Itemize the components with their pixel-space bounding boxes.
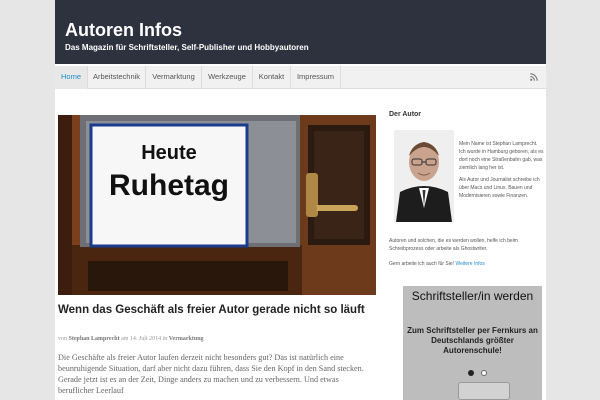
nav-item-werkzeuge[interactable]: Werkzeuge <box>202 66 253 89</box>
bio-paragraph: Als Autor und Journalist schreibe ich üb… <box>459 177 540 199</box>
author-bio-continued: Autoren und solchen, die es werden wolle… <box>389 237 539 275</box>
more-info-link[interactable]: Weitere Infos <box>455 261 484 267</box>
site-title[interactable]: Autoren Infos <box>65 20 182 41</box>
nav-item-impressum[interactable]: Impressum <box>291 66 341 89</box>
nav-item-home[interactable]: Home <box>55 66 88 89</box>
bio-paragraph: Gern arbeite ich auch für Sie! Weitere I… <box>389 260 539 268</box>
page-frame: Autoren Infos Das Magazin für Schriftste… <box>55 0 546 400</box>
post-author-link[interactable]: Stephan Lamprecht <box>69 336 120 342</box>
sign-text-heute: Heute <box>141 142 197 164</box>
door-sign-photo: Heute Ruhetag <box>58 115 376 295</box>
main-navigation: Home Arbeitstechnik Vermarktung Werkzeug… <box>55 66 546 89</box>
featured-image[interactable]: Heute Ruhetag <box>58 115 376 295</box>
rss-icon[interactable] <box>530 73 538 81</box>
post-meta: von Stephan Lamprecht am 14. Juli 2014 i… <box>58 336 204 342</box>
ad-title: Schriftsteller/in werden <box>411 289 534 303</box>
meta-in-label: in <box>162 336 168 342</box>
ad-banner[interactable]: Schriftsteller/in werden Zum Schriftstel… <box>403 286 542 400</box>
bio-invite-text: Gern arbeite ich auch für Sie! <box>389 261 455 267</box>
post-date: 14. Juli 2014 <box>129 336 162 342</box>
author-bio: Mein Name ist Stephan Lamprecht. Ich wur… <box>459 140 545 204</box>
carousel-dot-active[interactable] <box>468 370 474 376</box>
nav-item-arbeitstechnik[interactable]: Arbeitstechnik <box>88 66 146 89</box>
post-category-link[interactable]: Vermarktung <box>169 336 204 342</box>
nav-item-vermarktung[interactable]: Vermarktung <box>146 66 202 89</box>
nav-item-kontakt[interactable]: Kontakt <box>253 66 291 89</box>
bio-paragraph: Autoren und solchen, die es werden wolle… <box>389 238 518 252</box>
ad-cta-button[interactable] <box>458 382 510 400</box>
carousel-dot[interactable] <box>481 370 487 376</box>
bio-paragraph: Mein Name ist Stephan Lamprecht. Ich wur… <box>459 141 544 171</box>
meta-on-label: am <box>121 336 129 342</box>
sidebar-heading: Der Autor <box>389 111 422 118</box>
meta-by-label: von <box>58 336 67 342</box>
post-title[interactable]: Wenn das Geschäft als freier Autor gerad… <box>58 304 376 317</box>
site-description: Das Magazin für Schriftsteller, Self-Pub… <box>65 43 309 52</box>
ad-text: Zum Schriftsteller per Fernkurs an Deuts… <box>407 326 538 355</box>
author-portrait <box>394 130 454 222</box>
post-excerpt: Die Geschäfte als freier Autor laufen de… <box>58 353 364 395</box>
author-avatar <box>394 130 454 222</box>
sign-text-ruhetag: Ruhetag <box>109 169 229 202</box>
site-header: Autoren Infos Das Magazin für Schriftste… <box>55 0 546 64</box>
